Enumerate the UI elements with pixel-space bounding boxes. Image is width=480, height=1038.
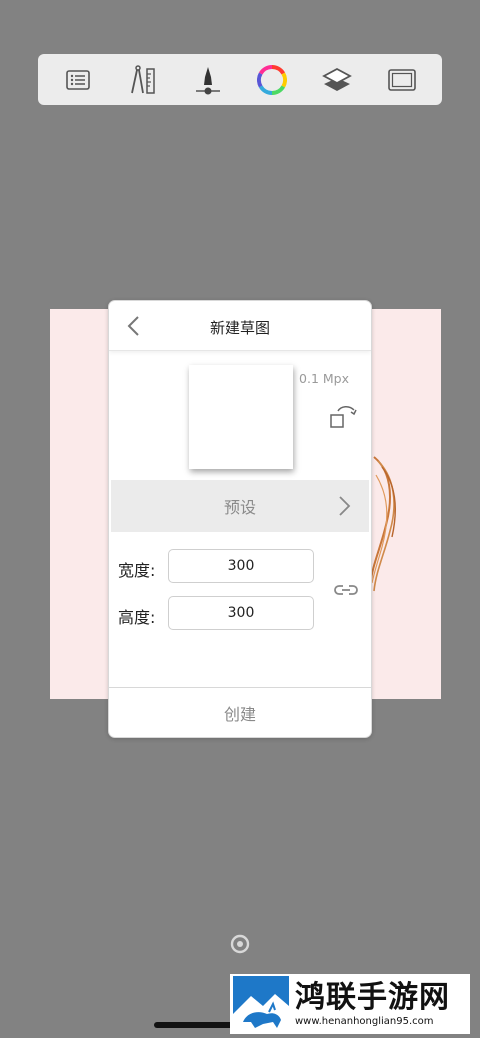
width-input[interactable]: 300 <box>168 549 314 583</box>
layers-button[interactable] <box>317 60 357 100</box>
preset-label: 预设 <box>223 498 256 517</box>
ruler-compass-icon <box>131 64 155 94</box>
dialog-title: 新建草图 <box>209 319 270 337</box>
ruler-button[interactable] <box>123 60 163 100</box>
new-sketch-dialog: 新建草图 0.1 Mpx 预设 宽度: 300 高度: 300 创建 <box>108 300 372 738</box>
watermark-url: www.henanhonglian95.com <box>295 1015 434 1027</box>
brush-icon <box>195 66 220 94</box>
canvas-button[interactable] <box>382 60 422 100</box>
list-icon <box>66 69 91 90</box>
create-label: 创建 <box>223 704 256 724</box>
width-label: 宽度: <box>118 561 156 580</box>
watermark-title: 鸿联手游网 <box>295 979 450 1015</box>
canvas-preview <box>189 365 293 469</box>
color-wheel-icon <box>257 64 288 95</box>
list-button[interactable] <box>58 60 98 100</box>
top-toolbar <box>38 54 442 105</box>
brush-button[interactable] <box>188 60 228 100</box>
watermark-logo <box>233 976 289 1032</box>
link-aspect-icon[interactable] <box>333 583 359 597</box>
preset-selector[interactable]: 预设 <box>111 480 369 532</box>
height-input[interactable]: 300 <box>168 596 314 630</box>
chevron-right-icon <box>339 496 351 516</box>
rotate-canvas-icon[interactable] <box>329 403 359 431</box>
sketch-stroke <box>369 456 396 592</box>
bull-logo-icon <box>233 976 289 1032</box>
resolution-label: 0.1 Mpx <box>299 371 349 386</box>
color-button[interactable] <box>252 60 292 100</box>
dialog-header: 新建草图 <box>109 301 371 351</box>
height-label: 高度: <box>118 608 156 627</box>
sync-icon[interactable] <box>230 934 250 954</box>
layers-icon <box>322 67 352 91</box>
create-button[interactable]: 创建 <box>109 687 371 737</box>
watermark-text: 鸿联手游网 www.henanhonglian95.com <box>295 979 450 1027</box>
watermark: 鸿联手游网 www.henanhonglian95.com <box>230 974 470 1034</box>
canvas-frame-icon <box>387 68 416 91</box>
